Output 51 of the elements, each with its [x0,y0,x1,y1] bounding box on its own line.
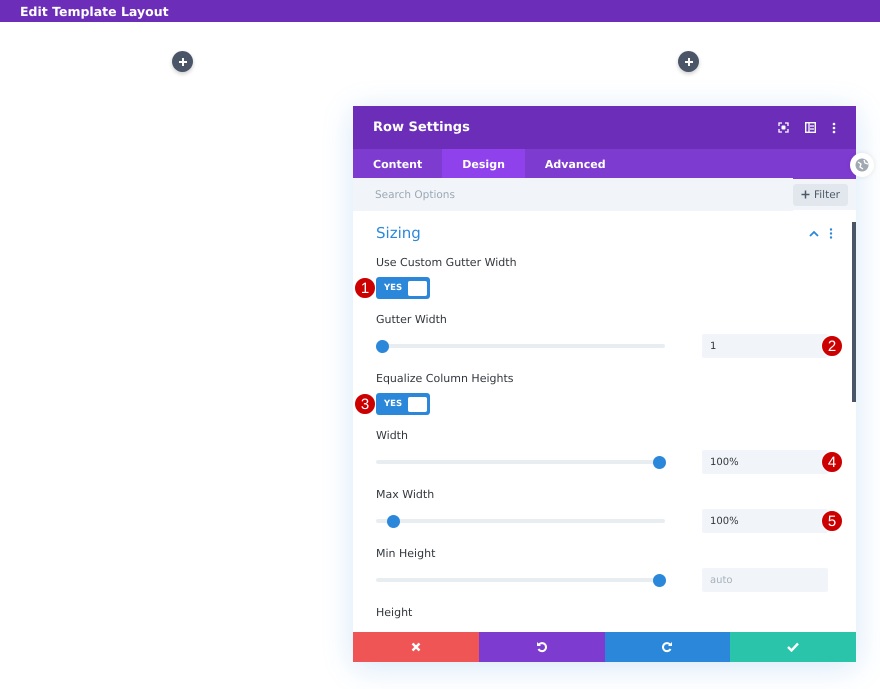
redo-icon [661,641,674,653]
slider-thumb[interactable] [653,456,666,468]
search-field[interactable]: Search Options [353,178,793,211]
number-badge: 3 [354,393,376,415]
columns-icon[interactable] [805,122,816,133]
fullscreen-icon[interactable] [778,122,789,133]
setting-label: Width [376,429,409,442]
value-field[interactable]: 100% [702,450,828,474]
setting-label: Use Custom Gutter Width [376,256,518,269]
slider-thumb[interactable] [387,514,400,528]
tab[interactable]: Design [442,149,525,179]
toggle-switch[interactable]: YES [376,393,430,415]
add-button[interactable] [172,51,193,72]
plus-icon [800,190,810,199]
number-badge: 1 [354,277,376,299]
modal-title: Row Settings [373,120,471,135]
filter-button[interactable]: Filter [792,184,848,206]
setting-label: Min Height [376,547,436,560]
close-icon [410,642,421,652]
value-field[interactable]: auto [702,568,828,592]
scrollbar[interactable] [852,222,856,402]
section-title: Sizing [376,224,422,242]
check-icon [787,642,800,652]
undo-icon [536,641,548,653]
value-field[interactable]: 1 [702,334,828,358]
setting-label: Max Width [376,488,436,501]
slider-track[interactable] [376,340,665,352]
slider-track[interactable] [376,456,665,468]
more-icon[interactable] [832,122,836,134]
slider-track[interactable] [376,574,665,586]
add-button[interactable] [678,51,699,72]
chevron-icon[interactable] [809,230,819,236]
tab[interactable]: Content [353,149,442,179]
number-badge: 5 [821,510,843,532]
number-badge: 4 [821,451,843,473]
more-icon[interactable] [829,228,833,238]
value-field[interactable]: 100% [702,509,828,533]
page-title: Edit Template Layout [20,4,169,18]
toggle-switch[interactable]: YES [376,277,430,299]
side-handle[interactable] [850,153,874,177]
setting-label: Equalize Column Heights [376,372,515,385]
setting-label: Gutter Width [376,313,448,326]
plus-icon [178,56,188,66]
tab[interactable]: Advanced [524,149,626,179]
slider-thumb[interactable] [376,340,389,352]
slider-thumb[interactable] [653,574,666,586]
number-badge: 2 [821,335,843,357]
plus-icon [684,56,694,66]
slider-track[interactable] [376,514,665,528]
setting-label: Height [376,606,414,619]
search-bar[interactable]: Search Options Filter [353,179,856,210]
